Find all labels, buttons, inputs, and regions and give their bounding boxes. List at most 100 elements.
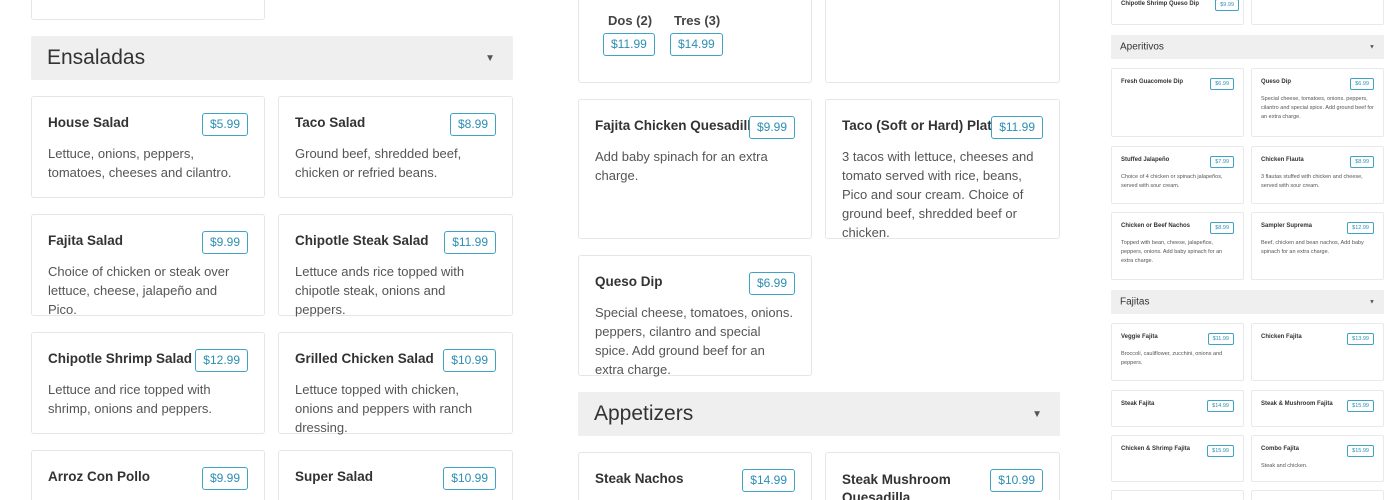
menu-item-name: Combo Fajita [1261,446,1300,452]
menu-item-description: Special cheese, tomatoes, onions. pepper… [595,305,794,377]
menu-item-price[interactable]: $7.99 [1210,156,1234,168]
menu-item-name: Sampler Suprema [1261,223,1313,229]
menu-item-name: Chicken or Beef Nachos [1121,223,1191,229]
menu-item-price[interactable]: $10.99 [990,469,1043,492]
menu-item-description: Lettuce ands rice topped with chipotle s… [295,264,465,317]
menu-item-price[interactable]: $6.99 [1350,78,1374,90]
section-title: Aperitivos [1120,41,1164,53]
menu-item-description: Beef, chicken and bean nachos, Add baby … [1261,240,1364,255]
menu-item-card[interactable]: Veggie Fajita $11.99 Broccoli, cauliflow… [1111,323,1244,381]
menu-item-card[interactable]: Grilled Chicken Salad $10.99 Lettuce top… [278,332,513,435]
menu-item-description: Lettuce and rice topped with shrimp, oni… [48,382,213,416]
menu-item-price[interactable]: $9.99 [201,467,248,490]
section-header-aperitivos[interactable]: Aperitivos ▼ [1111,35,1384,59]
menu-item-name: Stuffed Jalapeño [1121,157,1170,163]
menu-item-name: Chicken & Shrimp Fajita [1121,446,1191,452]
menu-item-card[interactable]: Fajita Chicken Quesadilla $9.99 Add baby… [578,99,812,239]
chevron-down-icon[interactable]: ▼ [1369,44,1375,50]
menu-item-price[interactable]: $15.99 [1347,400,1374,412]
chevron-down-icon[interactable]: ▼ [1369,299,1375,305]
menu-item-card[interactable]: House Salad $5.99 Lettuce, onions, peppe… [31,96,265,198]
menu-item-price[interactable]: $9.99 [1215,0,1239,11]
menu-item-card[interactable]: Combo Fajita $15.99 Steak and chicken. [1251,435,1384,482]
menu-item-card[interactable]: Queso Dip $6.99 Special cheese, tomatoes… [1251,68,1384,137]
menu-item-price[interactable]: $11.99 [444,231,496,254]
section-header-fajitas[interactable]: Fajitas ▼ [1111,290,1384,314]
menu-item-card[interactable]: Chipotle Shrimp Queso Dip $9.99 [1111,0,1244,25]
menu-item-card[interactable]: Chipotle Steak Salad $11.99 Lettuce ands… [278,214,513,317]
menu-item-price[interactable]: $12.99 [1347,222,1374,234]
menu-item-price[interactable]: $9.99 [748,116,795,139]
menu-item-card[interactable]: Chipotle Shrimp Salad $12.99 Lettuce and… [31,332,265,434]
menu-item-price[interactable]: $9.99 [201,231,248,254]
menu-item-card[interactable]: Stuffed Jalapeño $7.99 Choice of 4 chick… [1111,146,1244,204]
menu-item-name: Fresh Guacomole Dip [1121,79,1184,85]
chevron-down-icon[interactable]: ▼ [485,53,495,64]
menu-item-price[interactable]: $11.99 [991,116,1043,139]
menu-item-card[interactable]: Chicken Fajita $13.99 [1251,323,1384,381]
menu-item-price[interactable]: $15.99 [1347,445,1374,457]
menu-item-name: Chipotle Shrimp Queso Dip [1121,1,1200,7]
menu-item-price[interactable]: $8.99 [1210,222,1234,234]
menu-card-partial [1251,490,1384,500]
menu-item-name: Chicken Fajita [1261,334,1302,340]
menu-item-price[interactable]: $8.99 [449,113,496,136]
menu-item-price[interactable]: $10.99 [443,467,496,490]
menu-item-price[interactable]: $12.99 [195,349,248,372]
menu-item-card[interactable]: Steak & Mushroom Fajita $15.99 [1251,390,1384,427]
menu-item-card[interactable]: Super Salad $10.99 [278,450,513,500]
menu-item-name: Taco Salad [295,115,366,130]
menu-item-card[interactable]: Steak Nachos $14.99 [578,452,812,500]
menu-item-card[interactable]: Dos (2) $11.99 Tres (3) $14.99 [578,0,812,83]
menu-item-card[interactable]: Taco Salad $8.99 Ground beef, shredded b… [278,96,513,198]
section-header-ensaladas[interactable]: Ensaladas ▼ [31,36,513,80]
menu-card-partial [825,0,1060,83]
menu-item-name: Super Salad [295,469,374,484]
menu-item-price[interactable]: $11.99 [1207,333,1234,345]
menu-item-card[interactable]: Chicken or Beef Nachos $8.99 Topped with… [1111,212,1244,280]
menu-item-name: Queso Dip [595,274,663,289]
menu-item-description: Lettuce topped with chicken, onions and … [295,382,473,435]
menu-item-card[interactable]: Chicken & Shrimp Fajita $15.99 [1111,435,1244,482]
menu-item-name: Fajita Salad [48,233,124,248]
menu-item-card[interactable]: Queso Dip $6.99 Special cheese, tomatoes… [578,255,812,377]
menu-item-card[interactable]: Sampler Suprema $12.99 Beef, chicken and… [1251,212,1384,280]
menu-item-card[interactable]: Taco (Soft or Hard) Platter $11.99 3 tac… [825,99,1060,240]
menu-card-partial [1251,0,1384,25]
option-price[interactable]: $11.99 [603,33,655,56]
menu-item-description: Ground beef, shredded beef, chicken or r… [295,146,462,180]
option-price[interactable]: $14.99 [670,33,723,56]
menu-item-price[interactable]: $10.99 [443,349,496,372]
menu-item-card[interactable]: Chicken Flauta $8.99 3 flautas stuffed w… [1251,146,1384,204]
section-header-appetizers[interactable]: Appetizers ▼ [578,392,1060,436]
menu-item-price[interactable]: $13.99 [1347,333,1374,345]
menu-item-name: Taco (Soft or Hard) Platter [842,118,1010,133]
menu-item-price[interactable]: $5.99 [201,113,248,136]
menu-item-description: Lettuce, onions, peppers, tomatoes, chee… [48,146,232,180]
menu-item-name: Steak & Mushroom Fajita [1261,401,1333,407]
menu-item-name: Queso Dip [1261,79,1292,85]
menu-card-partial [1111,490,1244,500]
menu-item-price[interactable]: $8.99 [1350,156,1374,168]
menu-item-price[interactable]: $14.99 [742,469,795,492]
menu-item-name: Fajita Chicken Quesadilla [595,118,759,133]
menu-item-description: Steak and chicken. [1261,463,1308,469]
chevron-down-icon[interactable]: ▼ [1032,409,1042,420]
menu-item-description: 3 flautas stuffed with chicken and chees… [1261,174,1363,189]
menu-item-card[interactable]: Steak Fajita $14.99 [1111,390,1244,427]
section-title: Ensaladas [47,46,146,69]
menu-item-description: Add baby spinach for an extra charge. [595,149,768,183]
menu-item-name: House Salad [48,115,130,130]
menu-item-price[interactable]: $6.99 [748,272,795,295]
menu-card-partial [31,0,265,20]
menu-item-price[interactable]: $6.99 [1210,78,1234,90]
menu-item-card[interactable]: Arroz Con Pollo $9.99 [31,450,265,500]
menu-item-name: Chipotle Shrimp Salad [48,351,193,366]
menu-item-card[interactable]: Fajita Salad $9.99 Choice of chicken or … [31,214,265,317]
menu-item-price[interactable]: $14.99 [1207,400,1234,412]
menu-item-name: Steak Mushroom Quesadilla [842,472,951,500]
menu-item-name: Steak Nachos [595,471,684,486]
menu-item-card[interactable]: Fresh Guacomole Dip $6.99 [1111,68,1244,137]
menu-item-card[interactable]: Steak Mushroom Quesadilla $10.99 [825,452,1060,500]
menu-item-price[interactable]: $15.99 [1207,445,1234,457]
